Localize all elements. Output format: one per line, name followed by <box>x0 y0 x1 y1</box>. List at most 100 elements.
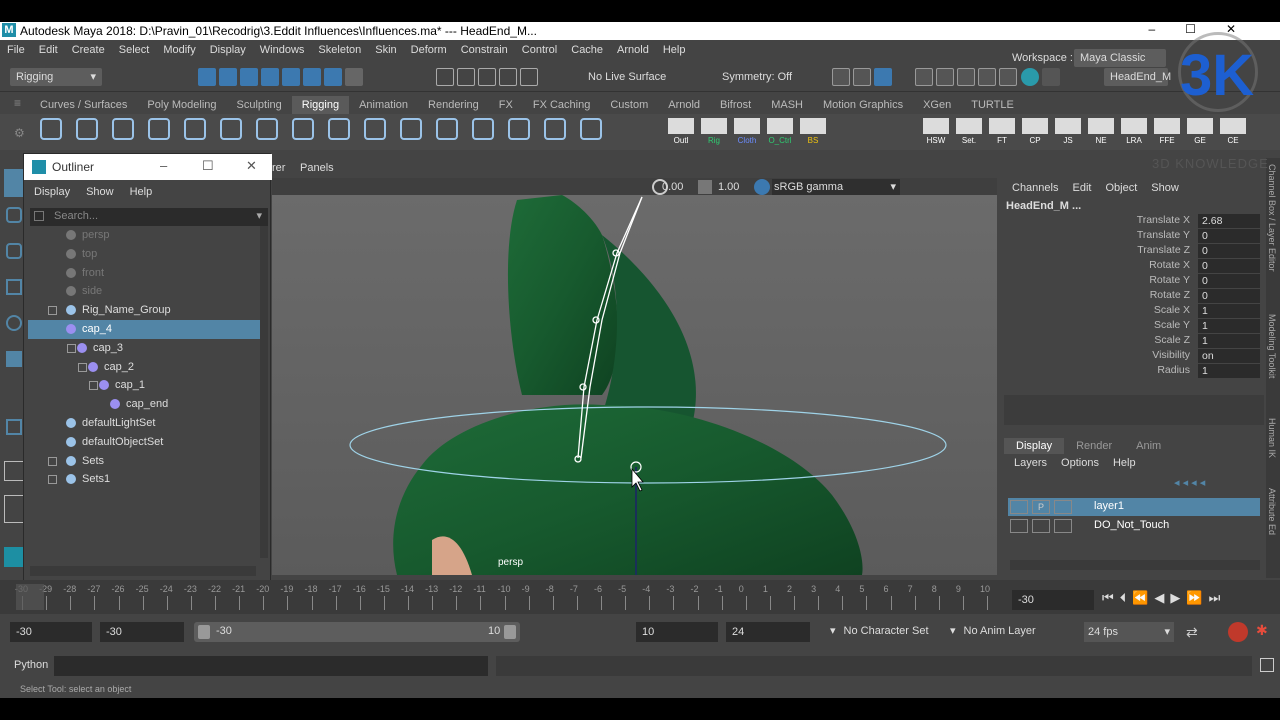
current-time-marker[interactable] <box>16 584 44 610</box>
outliner-item[interactable]: top <box>28 245 261 264</box>
shelf-tool-icon[interactable] <box>112 118 134 140</box>
layer-display-type[interactable] <box>1054 500 1072 514</box>
outliner-item[interactable]: defaultObjectSet <box>28 433 261 452</box>
rotate-tool-icon[interactable] <box>6 315 22 331</box>
anim-end-field[interactable]: 24 <box>726 622 810 642</box>
input-icon[interactable] <box>853 68 872 86</box>
command-input[interactable] <box>54 656 488 676</box>
channel-row[interactable]: Radius 1 <box>1004 364 1266 379</box>
menu-control[interactable]: Control <box>515 40 564 60</box>
shelf-tab-arnold[interactable]: Arnold <box>658 96 710 114</box>
shelf-button-outl-icon[interactable] <box>668 118 694 134</box>
shelf-tab-poly-modeling[interactable]: Poly Modeling <box>137 96 226 114</box>
script-editor-icon[interactable] <box>1260 658 1274 672</box>
layer-menu-options[interactable]: Options <box>1061 457 1099 469</box>
shelf-tab-curves-surfaces[interactable]: Curves / Surfaces <box>30 96 137 114</box>
outliner-item[interactable]: side <box>28 282 261 301</box>
shelf-tool-icon[interactable] <box>292 118 314 140</box>
menu-help[interactable]: Help <box>656 40 693 60</box>
shelf-button-js-icon[interactable] <box>1055 118 1081 134</box>
outliner-item[interactable]: cap_end <box>28 395 261 414</box>
layer-display-type[interactable] <box>1054 519 1072 533</box>
arnold-render-icon[interactable] <box>1020 68 1039 86</box>
gamma-icon[interactable] <box>698 180 712 194</box>
outliner-hscrollbar[interactable] <box>30 566 256 576</box>
expand-icon[interactable] <box>48 475 57 485</box>
collapse-icon[interactable] <box>67 343 76 353</box>
channel-row[interactable]: Scale Z 1 <box>1004 334 1266 349</box>
layer-row[interactable]: Player1 <box>1008 498 1260 516</box>
channel-row[interactable]: Rotate Z 0 <box>1004 289 1266 304</box>
snap-icons[interactable] <box>436 68 576 86</box>
go-to-start-icon[interactable]: ⏮ <box>1102 590 1120 605</box>
shelf-tab-turtle[interactable]: TURTLE <box>961 96 1024 114</box>
channel-value[interactable]: 1 <box>1198 364 1260 378</box>
shelf-tool-icon[interactable] <box>580 118 602 140</box>
menu-cache[interactable]: Cache <box>564 40 610 60</box>
playback-end-field[interactable]: 10 <box>636 622 718 642</box>
channel-value[interactable]: on <box>1198 349 1260 363</box>
shelf-button-set-icon[interactable] <box>956 118 982 134</box>
shelf-tool-icon[interactable] <box>472 118 494 140</box>
shelf-tool-icon[interactable] <box>328 118 350 140</box>
shelf-button-cloth-icon[interactable] <box>734 118 760 134</box>
channel-row[interactable]: Translate X 2.68 <box>1004 214 1266 229</box>
channelbox-menu-object[interactable]: Object <box>1105 182 1137 194</box>
mash-icon[interactable] <box>4 547 24 567</box>
output-icon[interactable] <box>874 68 893 86</box>
channel-value[interactable]: 0 <box>1198 244 1260 258</box>
select-component-icon[interactable] <box>240 68 259 86</box>
layer-playback-toggle[interactable] <box>1032 519 1050 533</box>
anim-prefs-icon[interactable]: ✱ <box>1256 622 1268 639</box>
shelf-button-cp-icon[interactable] <box>1022 118 1048 134</box>
shelf-tool-icon[interactable] <box>544 118 566 140</box>
search-input[interactable]: Search... <box>54 210 98 222</box>
menu-select[interactable]: Select <box>112 40 157 60</box>
viewport-menu-panels[interactable]: Panels <box>300 162 334 174</box>
snap-grid-icon[interactable] <box>436 68 454 86</box>
channel-value[interactable]: 1 <box>1198 334 1260 348</box>
menu-set-dropdown[interactable]: Rigging ▾ <box>10 68 102 86</box>
shelf-button-ne-icon[interactable] <box>1088 118 1114 134</box>
shelf-tool-icon[interactable] <box>220 118 242 140</box>
shelf-tab-motion-graphics[interactable]: Motion Graphics <box>813 96 913 114</box>
play-back-icon[interactable]: ◀ <box>1154 590 1170 605</box>
loop-icon[interactable]: ⇄ <box>1186 624 1198 641</box>
menu-windows[interactable]: Windows <box>253 40 312 60</box>
exposure-field[interactable]: 0.00 <box>658 180 698 194</box>
channel-value[interactable]: 0 <box>1198 274 1260 288</box>
layer-row[interactable]: DO_Not_Touch <box>1008 517 1260 535</box>
snap-curve-icon[interactable] <box>457 68 476 86</box>
outliner-item[interactable]: Rig_Name_Group <box>28 301 261 320</box>
shelf-tab-fx[interactable]: FX <box>489 96 523 114</box>
symmetry-dropdown[interactable]: Symmetry: Off <box>722 68 792 86</box>
shelf-tab-animation[interactable]: Animation <box>349 96 418 114</box>
playback-start-field[interactable]: -30 <box>100 622 184 642</box>
last-tool-icon[interactable] <box>6 419 22 435</box>
select-hierarchy-icon[interactable] <box>198 68 216 86</box>
shelf-tab-sculpting[interactable]: Sculpting <box>227 96 292 114</box>
layer-tab-display[interactable]: Display <box>1004 438 1065 454</box>
layer-hscrollbar[interactable] <box>1010 560 1260 570</box>
shelf-tab-mash[interactable]: MASH <box>761 96 813 114</box>
viewport-persp[interactable]: persp <box>272 195 997 575</box>
anim-start-field[interactable]: -30 <box>10 622 92 642</box>
curve-mask-icon[interactable] <box>282 68 301 86</box>
selection-mask-icons[interactable] <box>198 68 418 86</box>
shelf-gear-icon[interactable]: ⚙ <box>14 126 25 140</box>
chevron-down-icon[interactable]: ▾ <box>256 209 262 222</box>
ipr-icon[interactable] <box>957 68 976 86</box>
outliner-item[interactable]: defaultLightSet <box>28 414 261 433</box>
channel-value[interactable]: 0 <box>1198 259 1260 273</box>
shelf-button-hsw-icon[interactable] <box>923 118 949 134</box>
menu-constrain[interactable]: Constrain <box>454 40 515 60</box>
channel-row[interactable]: Rotate Y 0 <box>1004 274 1266 289</box>
viewport-menu-renderer[interactable]: rer <box>272 162 285 174</box>
shelf-button-bs-icon[interactable] <box>800 118 826 134</box>
shelf-tab-rendering[interactable]: Rendering <box>418 96 489 114</box>
playback-controls[interactable]: ⏮⏴⏪◀▶⏩⏭ <box>1102 590 1252 608</box>
side-tab[interactable]: Attribute Ed <box>1267 488 1277 535</box>
channel-value[interactable]: 2.68 <box>1198 214 1260 228</box>
scale-tool-icon[interactable] <box>6 351 22 367</box>
outliner-menu-display[interactable]: Display <box>34 186 70 198</box>
